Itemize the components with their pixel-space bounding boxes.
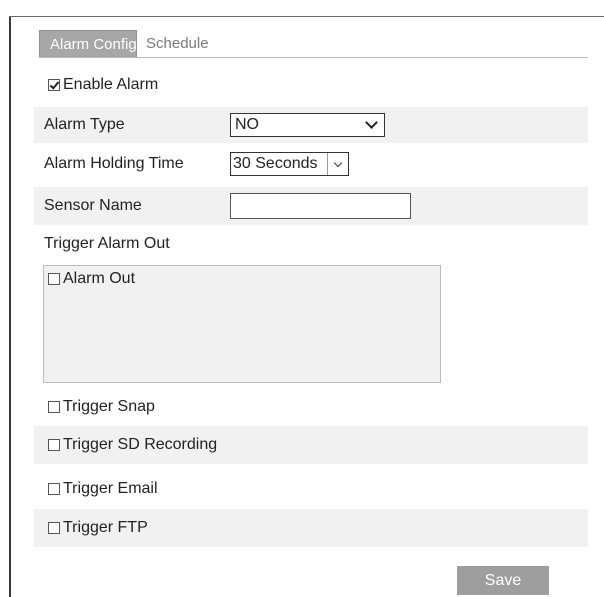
chevron-down-icon bbox=[364, 116, 378, 129]
trigger-email-checkbox[interactable]: Trigger Email bbox=[48, 480, 158, 498]
trigger-snap-label: Trigger Snap bbox=[63, 398, 155, 415]
trigger-snap-checkbox[interactable]: Trigger Snap bbox=[48, 398, 155, 416]
dropdown-arrow bbox=[327, 153, 348, 175]
trigger-email-label: Trigger Email bbox=[63, 480, 158, 497]
trigger-ftp-label: Trigger FTP bbox=[63, 519, 148, 536]
alarm-type-label: Alarm Type bbox=[44, 116, 125, 133]
alarm-out-checkbox[interactable]: Alarm Out bbox=[48, 270, 135, 288]
trigger-alarm-out-row: Trigger Alarm Out bbox=[34, 228, 588, 260]
alarm-out-list: Alarm Out bbox=[43, 265, 441, 383]
tab-alarm-config[interactable]: Alarm Config bbox=[39, 30, 137, 58]
alarm-holding-time-value: 30 Seconds bbox=[233, 155, 318, 172]
trigger-alarm-out-label: Trigger Alarm Out bbox=[44, 235, 170, 252]
enable-alarm-row: Enable Alarm bbox=[34, 70, 588, 100]
sensor-name-input[interactable] bbox=[230, 193, 411, 219]
tab-schedule[interactable]: Schedule bbox=[137, 30, 219, 58]
alarm-type-value: NO bbox=[235, 116, 259, 133]
checkbox-icon[interactable] bbox=[48, 439, 60, 451]
alarm-type-select[interactable]: NO bbox=[230, 113, 385, 137]
alarm-settings-panel: Alarm Config Schedule Enable Alarm Alarm… bbox=[0, 0, 604, 597]
alarm-out-label: Alarm Out bbox=[63, 270, 136, 287]
enable-alarm-label: Enable Alarm bbox=[63, 76, 159, 93]
trigger-snap-row: Trigger Snap bbox=[34, 391, 588, 423]
alarm-holding-time-select[interactable]: 30 Seconds bbox=[230, 152, 349, 176]
panel-left-border bbox=[9, 16, 11, 597]
checkbox-checked-icon[interactable] bbox=[48, 79, 60, 91]
checkbox-icon[interactable] bbox=[48, 401, 60, 413]
alarm-holding-time-label: Alarm Holding Time bbox=[44, 155, 184, 172]
trigger-sd-recording-checkbox[interactable]: Trigger SD Recording bbox=[48, 436, 217, 454]
tab-divider bbox=[39, 57, 588, 58]
trigger-ftp-checkbox[interactable]: Trigger FTP bbox=[48, 519, 148, 537]
sensor-name-label: Sensor Name bbox=[44, 197, 142, 214]
enable-alarm-checkbox[interactable]: Enable Alarm bbox=[48, 76, 158, 94]
trigger-ftp-row: Trigger FTP bbox=[34, 509, 588, 547]
trigger-sd-recording-label: Trigger SD Recording bbox=[63, 436, 218, 453]
trigger-sd-recording-row: Trigger SD Recording bbox=[34, 426, 588, 464]
save-button[interactable]: Save bbox=[457, 566, 549, 595]
sensor-name-row: Sensor Name bbox=[34, 187, 588, 225]
alarm-type-row: Alarm Type NO bbox=[34, 107, 588, 143]
checkbox-icon[interactable] bbox=[48, 483, 60, 495]
trigger-email-row: Trigger Email bbox=[34, 472, 588, 506]
checkbox-icon[interactable] bbox=[48, 273, 60, 285]
alarm-holding-time-row: Alarm Holding Time 30 Seconds bbox=[34, 146, 588, 182]
dropdown-arrow bbox=[358, 116, 384, 129]
checkbox-icon[interactable] bbox=[48, 522, 60, 534]
chevron-down-icon bbox=[333, 158, 343, 167]
tab-bar: Alarm Config Schedule bbox=[39, 30, 219, 58]
panel-top-border bbox=[9, 16, 604, 17]
